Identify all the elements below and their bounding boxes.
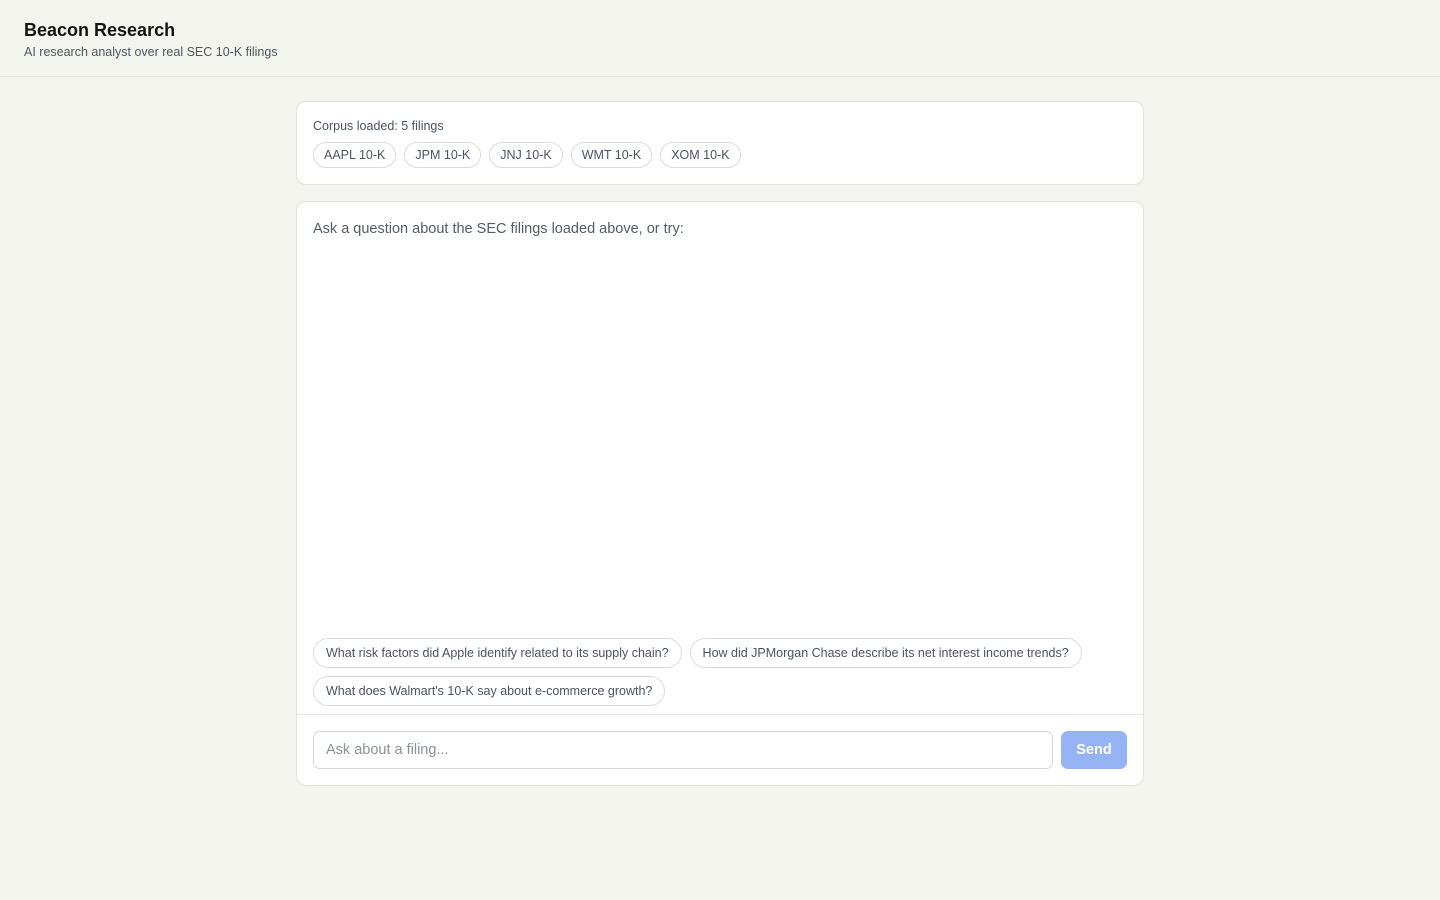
send-button[interactable]: Send bbox=[1061, 731, 1127, 769]
suggested-questions: What risk factors did Apple identify rel… bbox=[313, 638, 1127, 714]
chat-message-area[interactable]: Ask a question about the SEC filings loa… bbox=[297, 202, 1143, 715]
app-header: Beacon Research AI research analyst over… bbox=[0, 0, 1440, 77]
filing-chip-aapl: AAPL 10-K bbox=[313, 142, 397, 168]
app-title: Beacon Research bbox=[24, 20, 176, 40]
suggestion-apple-supply-chain[interactable]: What risk factors did Apple identify rel… bbox=[313, 638, 682, 668]
message-composer: Send bbox=[297, 715, 1143, 785]
filing-chip-wmt: WMT 10-K bbox=[570, 142, 653, 168]
query-input[interactable] bbox=[313, 731, 1053, 769]
suggestion-jpmorgan-net-interest[interactable]: How did JPMorgan Chase describe its net … bbox=[689, 638, 1082, 668]
filing-chip-jnj: JNJ 10-K bbox=[489, 142, 563, 168]
chat-intro-text: Ask a question about the SEC filings loa… bbox=[313, 221, 684, 237]
filing-chip-xom: XOM 10-K bbox=[660, 142, 741, 168]
corpus-status-label: Corpus loaded: 5 filings bbox=[313, 119, 444, 133]
filing-list: AAPL 10-K JPM 10-K JNJ 10-K WMT 10-K XOM… bbox=[313, 142, 1127, 168]
filing-chip-jpm: JPM 10-K bbox=[404, 142, 482, 168]
corpus-panel: Corpus loaded: 5 filings AAPL 10-K JPM 1… bbox=[296, 101, 1144, 185]
main-content: Corpus loaded: 5 filings AAPL 10-K JPM 1… bbox=[296, 101, 1144, 786]
suggestion-walmart-ecommerce[interactable]: What does Walmart's 10-K say about e-com… bbox=[313, 676, 666, 706]
chat-panel: Ask a question about the SEC filings loa… bbox=[296, 201, 1144, 786]
app-subtitle: AI research analyst over real SEC 10-K f… bbox=[24, 45, 278, 59]
